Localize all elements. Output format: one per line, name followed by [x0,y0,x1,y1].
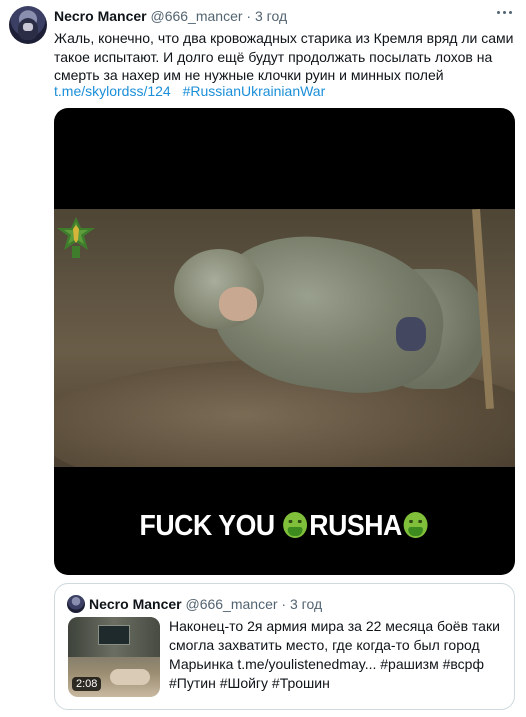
more-dot [496,10,500,14]
quoted-tweet[interactable]: Necro Mancer @666_mancer · 3 год 2:08 На… [54,583,515,710]
tweet-links: t.me/skylordss/124 #RussianUkrainianWar [54,83,333,99]
thumbnail-screen [98,625,130,645]
separator-dot: · [281,596,287,612]
border-guard-emblem-icon [57,217,95,258]
caption-text: RUSHA [309,510,402,542]
avatar-face [23,23,33,31]
video-duration: 2:08 [72,677,102,691]
quoted-avatar [67,595,85,613]
separator-dot: · [246,8,252,24]
tweet[interactable]: Necro Mancer @666_mancer · 3 год Жаль, к… [0,0,526,717]
quoted-video-thumbnail[interactable]: 2:08 [68,617,160,697]
thumbnail-hand [110,669,150,685]
hashtag-link[interactable]: #RussianUkrainianWar [183,83,326,99]
author-name[interactable]: Necro Mancer [54,8,147,24]
quoted-handle: @666_mancer [185,596,278,612]
timestamp[interactable]: 3 год [255,8,287,24]
video-player[interactable]: FUCK YOU RUSHA [54,108,515,575]
nauseated-face-icon [403,512,428,538]
quoted-text: Наконец-то 2я армия мира за 22 месяца бо… [169,618,500,691]
nauseated-face-icon [283,512,308,538]
soldier-hand [219,287,257,321]
tweet-text: Жаль, конечно, что два кровожадных стари… [54,30,514,83]
more-options-icon[interactable] [491,4,517,20]
shoulder-patch [396,317,426,351]
more-dot [508,10,512,14]
video-caption: FUCK YOU RUSHA [72,510,496,543]
quoted-timestamp: 3 год [289,596,323,612]
tweet-header: Necro Mancer @666_mancer · 3 год [54,8,287,24]
avatar[interactable] [9,6,47,44]
more-dot [502,10,506,14]
caption-text: FUCK YOU [139,510,276,542]
author-handle[interactable]: @666_mancer [150,8,242,24]
video-frame [54,209,515,467]
quoted-author-name: Necro Mancer [89,596,182,612]
tweet-link[interactable]: t.me/skylordss/124 [54,83,171,99]
quoted-header: Necro Mancer @666_mancer · 3 год [89,596,322,612]
